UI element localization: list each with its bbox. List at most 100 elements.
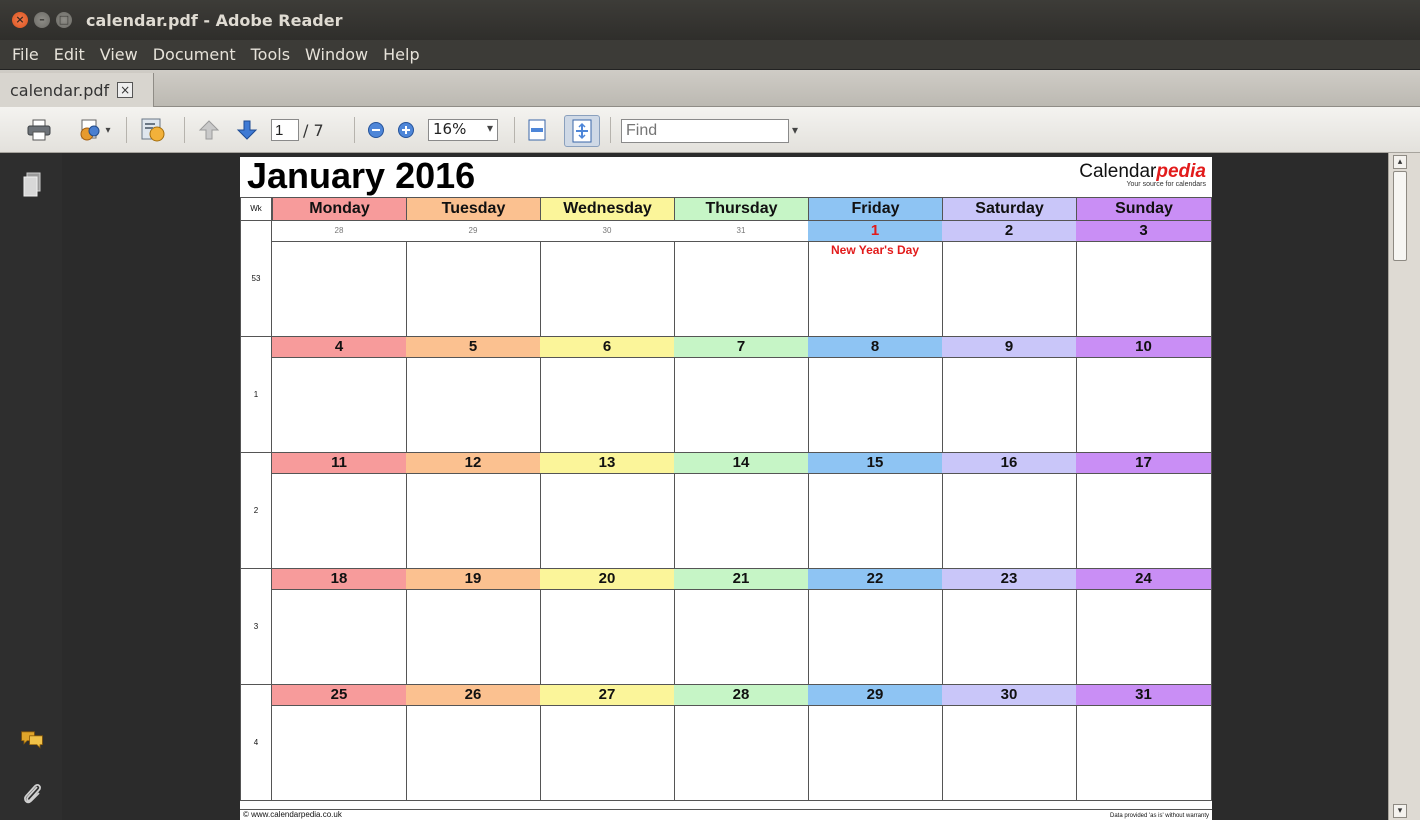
toolbar-separator — [514, 117, 515, 143]
navigation-panel — [0, 153, 62, 820]
menu-help[interactable]: Help — [383, 45, 419, 64]
day-cell: 24 — [1076, 569, 1212, 685]
next-page-button[interactable] — [234, 117, 260, 143]
paperclip-icon — [24, 784, 41, 804]
day-cell: 2 — [942, 221, 1077, 337]
day-number: 1 — [808, 221, 942, 242]
page-number-input[interactable] — [271, 119, 299, 141]
day-number: 12 — [406, 453, 540, 474]
day-number: 22 — [808, 569, 942, 590]
tab-close-icon[interactable]: × — [117, 82, 134, 98]
day-number: 7 — [674, 337, 808, 358]
zoom-out-button[interactable] — [364, 117, 388, 143]
previous-page-button[interactable] — [196, 117, 222, 143]
fit-width-icon — [528, 119, 546, 141]
pages-icon — [23, 172, 41, 197]
close-window-icon[interactable]: × — [12, 12, 28, 28]
menu-file[interactable]: File — [12, 45, 39, 64]
day-cell: 13 — [540, 453, 675, 569]
week-row: 4 25 26 27 28 29 30 31 — [240, 685, 1212, 801]
footer-divider — [240, 809, 1212, 810]
brand-name: Calendarpedia — [1079, 161, 1206, 183]
menu-view[interactable]: View — [100, 45, 138, 64]
day-cell: 6 — [540, 337, 675, 453]
day-number: 28 — [272, 221, 406, 242]
fit-width-button[interactable] — [524, 117, 550, 143]
brand-name-text: Calendar — [1079, 161, 1157, 182]
zoom-dropdown-icon[interactable]: ▾ — [487, 121, 493, 135]
scroll-up-icon[interactable]: ▴ — [1393, 155, 1407, 169]
day-number: 14 — [674, 453, 808, 474]
day-number: 18 — [272, 569, 406, 590]
weekday-header-friday: Friday — [808, 197, 943, 221]
day-number: 23 — [942, 569, 1076, 590]
scrollbar-thumb[interactable] — [1393, 171, 1407, 261]
toolbar: ▾ / 7 16% ▾ — [0, 107, 1420, 153]
tab-calendar-pdf[interactable]: calendar.pdf × — [0, 73, 154, 107]
menu-window[interactable]: Window — [305, 45, 368, 64]
zoom-in-button[interactable] — [394, 117, 418, 143]
zoom-in-icon — [398, 122, 414, 138]
day-cell: 8 — [808, 337, 943, 453]
find-input[interactable] — [621, 119, 789, 143]
day-number: 10 — [1076, 337, 1211, 358]
week-number: 4 — [240, 685, 272, 801]
minimize-window-icon[interactable]: – — [34, 12, 50, 28]
document-view[interactable]: January 2016 Calendarpedia Your source f… — [62, 153, 1388, 820]
week-column-header: Wk — [240, 197, 272, 221]
fit-page-icon — [572, 119, 592, 143]
maximize-window-icon[interactable]: □ — [56, 12, 72, 28]
find-dropdown-icon[interactable]: ▾ — [792, 123, 798, 137]
day-cell: 29 — [406, 221, 541, 337]
share-dropdown-icon[interactable]: ▾ — [105, 125, 110, 136]
printer-icon — [27, 119, 51, 141]
week-row: 53 28 29 30 31 1 New Year's Day 2 3 — [240, 221, 1212, 337]
zoom-value: 16% — [433, 120, 467, 138]
menu-tools[interactable]: Tools — [251, 45, 290, 64]
day-number: 30 — [540, 221, 674, 242]
weekday-header-saturday: Saturday — [942, 197, 1077, 221]
day-number: 20 — [540, 569, 674, 590]
day-number: 27 — [540, 685, 674, 706]
menu-edit[interactable]: Edit — [54, 45, 85, 64]
day-cell: 25 — [272, 685, 407, 801]
day-number: 2 — [942, 221, 1076, 242]
day-cell: 19 — [406, 569, 541, 685]
page-thumbnails-button[interactable] — [20, 171, 44, 199]
window-title: calendar.pdf - Adobe Reader — [86, 10, 343, 30]
day-cell: 5 — [406, 337, 541, 453]
day-number: 29 — [406, 221, 540, 242]
week-number: 2 — [240, 453, 272, 569]
menu-bar: File Edit View Document Tools Window Hel… — [0, 40, 1420, 70]
day-cell: 22 — [808, 569, 943, 685]
comment-tools-button[interactable] — [136, 117, 172, 143]
weekday-header-thursday: Thursday — [674, 197, 809, 221]
attachments-button[interactable] — [20, 779, 44, 807]
comments-button[interactable] — [20, 725, 44, 753]
fit-page-button[interactable] — [564, 115, 600, 147]
week-number: 1 — [240, 337, 272, 453]
share-button[interactable]: ▾ — [72, 117, 116, 143]
scroll-down-icon[interactable]: ▾ — [1393, 804, 1407, 818]
toolbar-separator — [184, 117, 185, 143]
vertical-scrollbar[interactable]: ▴ ▾ — [1388, 153, 1420, 820]
day-cell: 1 New Year's Day — [808, 221, 943, 337]
calendar-title: January 2016 — [247, 157, 476, 196]
day-number: 19 — [406, 569, 540, 590]
zoom-level-select[interactable]: 16% ▾ — [428, 119, 498, 141]
day-number: 24 — [1076, 569, 1211, 590]
day-cell: 27 — [540, 685, 675, 801]
day-number: 25 — [272, 685, 406, 706]
day-cell: 26 — [406, 685, 541, 801]
share-document-icon — [80, 119, 100, 141]
holiday-label: New Year's Day — [830, 243, 920, 257]
day-number: 26 — [406, 685, 540, 706]
menu-document[interactable]: Document — [153, 45, 236, 64]
page-total: / 7 — [303, 121, 324, 140]
print-button[interactable] — [24, 117, 54, 143]
calendarpedia-logo: Calendarpedia Your source for calendars — [1079, 161, 1206, 188]
day-cell: 20 — [540, 569, 675, 685]
day-cell: 17 — [1076, 453, 1212, 569]
day-cell: 7 — [674, 337, 809, 453]
day-number: 30 — [942, 685, 1076, 706]
